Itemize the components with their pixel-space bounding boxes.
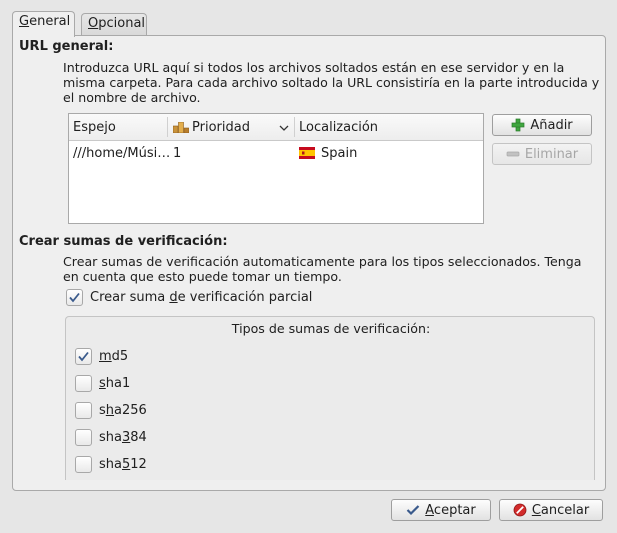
url-desc-line-1: Introduzca URL aquí si todos los archivo…	[63, 60, 565, 75]
cell-location: Spain	[321, 146, 358, 161]
spain-flag-icon	[299, 147, 315, 163]
checkmark-icon	[69, 292, 80, 303]
col-header-priority[interactable]: Prioridad	[192, 120, 250, 135]
tab-general-label: General	[19, 14, 71, 29]
minus-icon	[506, 151, 520, 157]
sha1-label[interactable]: sha1	[99, 376, 130, 391]
checksum-desc-line-1: Crear sumas de verificación automaticame…	[63, 254, 582, 269]
mirror-table[interactable]: Espejo Prioridad Localización ///home/Mú…	[68, 113, 484, 224]
remove-button-label: Eliminar	[524, 146, 579, 162]
sha256-checkbox[interactable]	[75, 402, 92, 419]
cancel-button[interactable]: Cancelar	[499, 499, 603, 521]
sort-chevron-down-icon[interactable]	[279, 121, 289, 136]
mirror-table-header: Espejo Prioridad Localización	[69, 114, 483, 141]
cell-mirror: ///home/Músi…	[73, 146, 171, 161]
md5-checkbox[interactable]	[75, 348, 92, 365]
url-section-title: URL general:	[19, 39, 114, 54]
url-section-description: Introduzca URL aquí si todos los archivo…	[63, 60, 603, 105]
cancel-icon	[513, 503, 527, 517]
accept-button[interactable]: Aceptar	[391, 499, 491, 521]
add-button-label: Añadir	[530, 117, 573, 133]
sha256-label[interactable]: sha256	[99, 403, 147, 418]
col-header-mirror[interactable]: Espejo	[73, 120, 116, 135]
priority-icon	[172, 121, 190, 137]
sha512-label[interactable]: sha512	[99, 457, 147, 472]
checksum-section-title: Crear sumas de verificación:	[19, 234, 228, 249]
partial-checksum-label[interactable]: Crear suma de verificación parcial	[90, 290, 312, 305]
plus-icon	[511, 118, 525, 132]
accept-button-label: Aceptar	[425, 502, 476, 518]
tab-opcional-label: Opcional	[88, 16, 146, 31]
cancel-button-label: Cancelar	[531, 502, 590, 518]
tab-opcional[interactable]: Opcional	[81, 13, 147, 35]
add-button[interactable]: Añadir	[492, 114, 592, 136]
checkmark-icon	[78, 351, 89, 362]
check-icon	[406, 505, 420, 516]
cell-priority: 1	[173, 146, 182, 161]
url-desc-line-3: el nombre de archivo.	[63, 90, 201, 105]
checksum-description: Crear sumas de verificación automaticame…	[63, 254, 603, 284]
col-header-location[interactable]: Localización	[299, 120, 378, 135]
checksum-desc-line-2: en cuenta que esto puede tomar un tiempo…	[63, 269, 342, 284]
sha384-checkbox[interactable]	[75, 429, 92, 446]
sha512-checkbox[interactable]	[75, 456, 92, 473]
partial-checksum-checkbox[interactable]	[66, 289, 83, 306]
checksum-types-title: Tipos de sumas de verificación:	[231, 321, 431, 336]
sha384-label[interactable]: sha384	[99, 430, 147, 445]
tab-general[interactable]: General	[12, 11, 75, 37]
url-desc-line-2: misma carpeta. Para cada archivo soltado…	[63, 75, 600, 90]
md5-label[interactable]: md5	[99, 349, 128, 364]
checksum-types-group: Tipos de sumas de verificación:	[65, 316, 595, 480]
table-row[interactable]: ///home/Músi… 1 Spain	[69, 141, 483, 165]
remove-button[interactable]: Eliminar	[492, 143, 592, 165]
sha1-checkbox[interactable]	[75, 375, 92, 392]
